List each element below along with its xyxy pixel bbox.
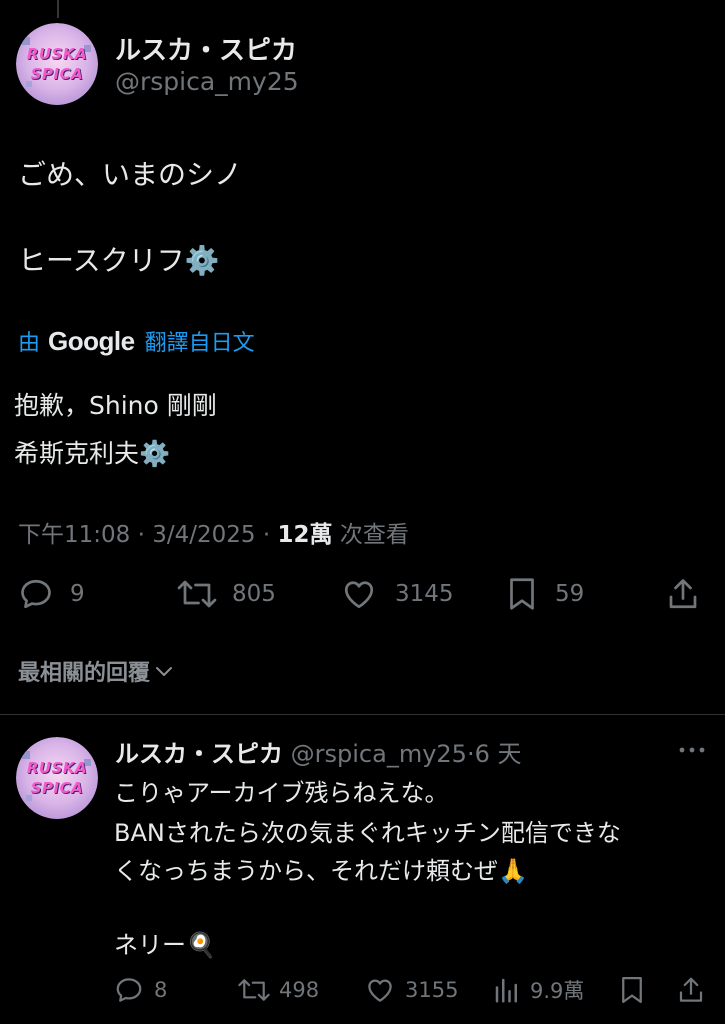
divider [0,714,725,715]
tweet-time[interactable]: 下午11:08 [18,522,130,548]
reply-like-button[interactable]: 3155 [365,975,458,1005]
more-options-button[interactable] [676,738,708,766]
reply-reply-count: 8 [154,978,168,1002]
meta-separator: · [137,522,145,548]
tweet-text-line1: ごめ、いまのシノ [18,158,243,191]
avatar[interactable]: RUSKA SPICA [16,23,98,105]
reply-text-line3: くなっちまうから、それだけ頼むぜ🙏 [114,857,528,885]
retweet-icon [238,979,270,1001]
reply-retweet-count: 498 [279,978,320,1002]
views-count[interactable]: 12萬 [277,522,332,548]
bookmark-icon [622,977,642,1003]
reply-icon [116,978,142,1002]
reply-author-name[interactable]: ルスカ・スピカ [115,740,283,768]
reply-icon [21,579,51,609]
reply-views-button[interactable]: 9.9萬 [492,975,584,1005]
translation-attribution[interactable]: 由 Google 翻譯自日文 [18,325,255,357]
reply-text-line4: ネリー🍳 [114,931,216,959]
reply-views-count: 9.9萬 [530,979,585,1003]
reply-reply-button[interactable]: 8 [114,975,167,1005]
reply-sort-selector[interactable]: 最相關的回覆 [18,655,176,687]
reply-retweet-button[interactable]: 498 [237,975,319,1005]
author-handle[interactable]: @rspica_my25 [115,67,299,96]
reply-text-line2: BANされたら次の気まぐれキッチン配信できな [114,819,621,847]
heart-icon [344,581,374,609]
reply-avatar[interactable]: RUSKA SPICA [16,737,98,819]
translated-text-line1: 抱歉，Shino 剛剛 [14,391,217,420]
reply-author-handle[interactable]: @rspica_my25 [291,740,467,768]
chevron-down-icon [156,667,173,676]
retweet-count: 805 [232,581,276,607]
more-icon [679,747,705,753]
analytics-icon [495,978,517,1003]
reply-time[interactable]: 6 天 [475,740,522,768]
heart-icon [368,979,392,1002]
share-icon [669,579,697,609]
tweet-date[interactable]: 3/4/2025 [152,522,255,548]
retweet-icon [177,580,217,608]
meta-separator: · [466,740,475,768]
like-button[interactable]: 3145 [341,576,454,612]
retweet-button[interactable]: 805 [176,576,276,612]
like-count: 3145 [395,581,454,607]
reply-header: ルスカ・スピカ @rspica_my25·6 天 [115,734,521,769]
share-button[interactable] [665,576,701,612]
reply-count: 9 [70,581,85,607]
reply-text-line1: こりゃアーカイブ残らねえな。 [114,779,449,807]
avatar-logo-line2: SPICA [30,65,84,83]
bookmark-count: 59 [555,581,585,607]
avatar-logo-line1: RUSKA [26,45,88,63]
share-icon [679,977,703,1002]
reply-like-count: 3155 [405,978,459,1002]
sort-label: 最相關的回覆 [18,661,151,686]
tweet-text-line2: ヒースクリフ⚙️ [18,244,220,277]
author-name[interactable]: ルスカ・スピカ [115,30,297,67]
reply-bookmark-button[interactable] [618,975,646,1005]
views-label: 次查看 [339,522,409,548]
translated-text-line2: 希斯克利夫⚙️ [14,439,171,468]
bookmark-icon [510,578,534,610]
reply-share-button[interactable] [676,975,706,1005]
bookmark-button[interactable]: 59 [505,576,584,612]
tweet-meta: 下午11:08 · 3/4/2025 · 12萬 次查看 [18,515,409,549]
google-logo: Google [48,326,135,356]
meta-separator: · [262,522,271,548]
avatar-logo-line1: RUSKA [26,759,88,777]
thread-line [57,0,59,18]
reply-button[interactable]: 9 [18,576,85,612]
translation-suffix: 翻譯自日文 [144,331,255,356]
translation-prefix: 由 [18,331,41,356]
avatar-logo-line2: SPICA [30,779,84,797]
